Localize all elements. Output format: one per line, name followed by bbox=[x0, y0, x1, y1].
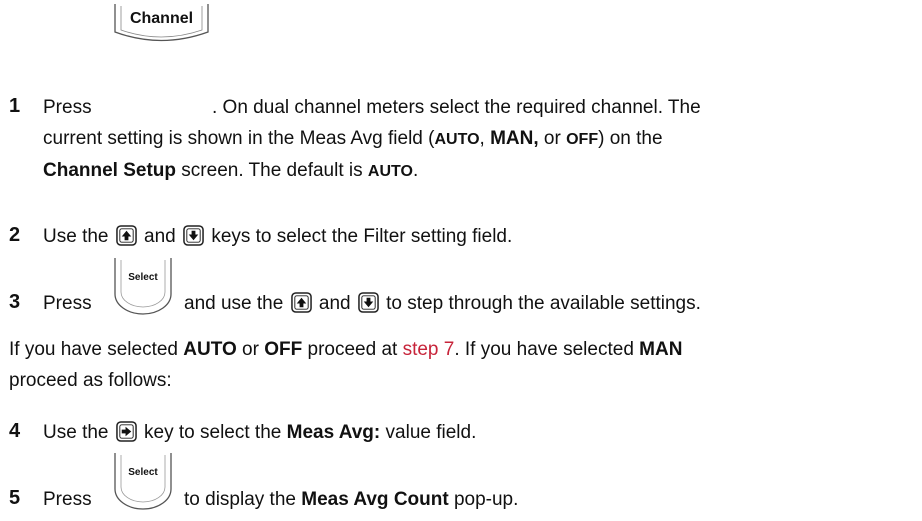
comma: , bbox=[479, 128, 491, 149]
value-off: OFF bbox=[264, 339, 303, 360]
and-text: and bbox=[144, 226, 176, 247]
note-line-2: proceed as follows: bbox=[9, 370, 172, 391]
step-3-text: to step through the available settings. bbox=[386, 293, 701, 314]
step-1-text: ) on the bbox=[598, 128, 663, 149]
step-3-number: 3 bbox=[9, 291, 21, 313]
document-page: 1 Press Channel . On dual channel meters… bbox=[0, 0, 922, 521]
or-text: or bbox=[538, 128, 567, 149]
step-5-text: pop-up. bbox=[448, 489, 519, 510]
step-2-line: Use the and keys to select the Filter se… bbox=[43, 225, 512, 249]
down-arrow-key-icon bbox=[183, 225, 204, 247]
meas-avg-count-label: Meas Avg Count bbox=[301, 489, 449, 510]
step-1-line-1-rest: . On dual channel meters select the requ… bbox=[212, 97, 701, 118]
step-3-line: Press bbox=[43, 292, 92, 316]
step-2-text: keys to select the Filter setting field. bbox=[211, 226, 513, 247]
note-text: proceed at bbox=[302, 339, 403, 360]
channel-key-label: Channel bbox=[130, 10, 193, 27]
step-3-press-text: Press bbox=[43, 293, 92, 314]
step-7-link[interactable]: step 7 bbox=[403, 339, 455, 360]
step-5-line: Press bbox=[43, 488, 92, 512]
step-2-text: Use the bbox=[43, 226, 109, 247]
select-key-label: Select bbox=[128, 467, 158, 478]
select-key-icon: Select bbox=[114, 258, 172, 315]
step-1-line-2: current setting is shown in the Meas Avg… bbox=[43, 127, 663, 152]
step-1-text: screen. The default is bbox=[176, 160, 368, 181]
step-4-text: value field. bbox=[380, 422, 477, 443]
select-key-icon: Select bbox=[114, 453, 172, 510]
step-1-press-text: Press bbox=[43, 97, 92, 118]
step-3-line-rest: and use the and to step through the avai… bbox=[184, 292, 701, 316]
step-1-number: 1 bbox=[9, 95, 21, 117]
note-text: . If you have selected bbox=[454, 339, 640, 360]
value-man: MAN bbox=[639, 339, 683, 360]
step-4-text: Use the bbox=[43, 422, 109, 443]
step-4-number: 4 bbox=[9, 420, 21, 442]
select-key-label: Select bbox=[128, 272, 158, 283]
step-1-line-1: Press bbox=[43, 96, 92, 120]
down-arrow-key-icon bbox=[358, 292, 379, 314]
step-5-line-rest: to display the Meas Avg Count pop-up. bbox=[184, 488, 518, 512]
value-auto: AUTO bbox=[367, 163, 413, 180]
value-man: MAN, bbox=[490, 128, 539, 149]
channel-key-icon: Channel bbox=[114, 4, 209, 42]
meas-avg-field-label: Meas Avg: bbox=[286, 422, 381, 443]
or-text: or bbox=[236, 339, 265, 360]
period: . bbox=[412, 160, 419, 181]
step-4-text: key to select the bbox=[144, 422, 287, 443]
step-2-number: 2 bbox=[9, 224, 21, 246]
step-5-number: 5 bbox=[9, 487, 21, 509]
value-off: OFF bbox=[566, 131, 599, 148]
value-auto: AUTO bbox=[183, 339, 237, 360]
step-3-text: and use the bbox=[184, 293, 284, 314]
up-arrow-key-icon bbox=[290, 292, 312, 314]
and-text: and bbox=[318, 293, 351, 314]
step-1-text: current setting is shown in the Meas Avg… bbox=[43, 128, 435, 149]
note-line-1: If you have selected AUTO or OFF proceed… bbox=[9, 338, 682, 362]
channel-setup-label: Channel Setup bbox=[43, 160, 177, 181]
value-auto: AUTO bbox=[434, 131, 480, 148]
step-5-text: to display the bbox=[184, 489, 302, 510]
step-5-press-text: Press bbox=[43, 489, 92, 510]
up-arrow-key-icon bbox=[115, 225, 137, 247]
right-arrow-key-icon bbox=[115, 421, 137, 443]
note-text: If you have selected bbox=[9, 339, 184, 360]
step-1-line-3: Channel Setup screen. The default is AUT… bbox=[43, 159, 418, 184]
step-4-line: Use the key to select the Meas Avg: valu… bbox=[43, 421, 476, 445]
